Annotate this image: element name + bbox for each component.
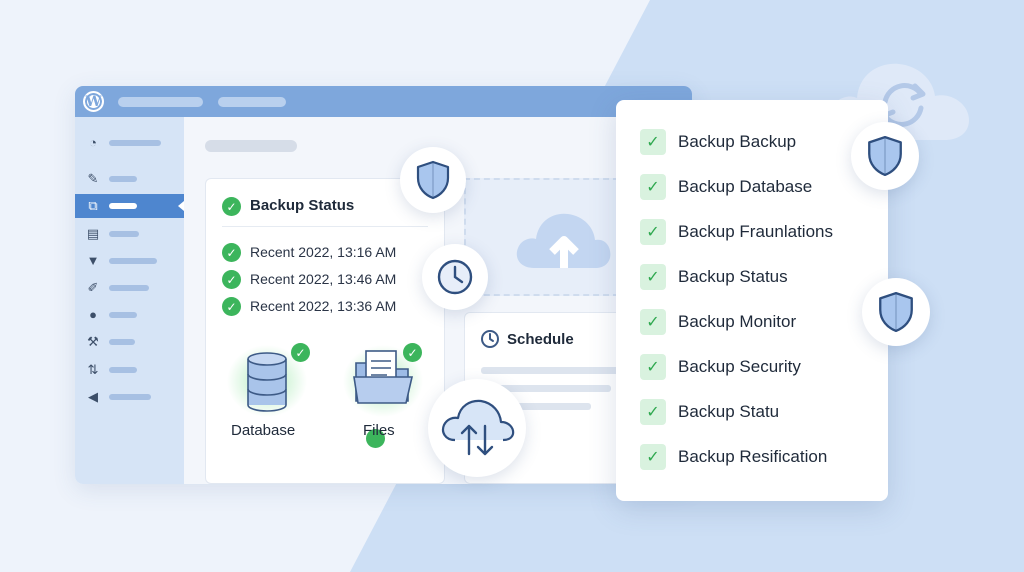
checkbox-checked-icon[interactable]: ✓ xyxy=(640,219,666,245)
comment-icon: ▼ xyxy=(86,253,100,268)
shield-icon xyxy=(879,291,913,333)
sidebar-item-placeholder xyxy=(109,285,149,291)
sidebar-item-appearance[interactable]: ✐ xyxy=(75,276,184,300)
checkbox-checked-icon[interactable]: ✓ xyxy=(640,399,666,425)
dashboard-icon: ◔ xyxy=(89,135,97,150)
checklist-item-label: Backup Status xyxy=(678,267,788,286)
sidebar-item-comments[interactable]: ▼ xyxy=(75,249,184,273)
shield-icon xyxy=(416,160,450,200)
checklist-item-label: Backup Statu xyxy=(678,402,780,421)
check-icon: ✓ xyxy=(222,297,241,316)
shield-badge xyxy=(851,122,919,190)
files-label: Files xyxy=(363,422,395,439)
sidebar-item-placeholder xyxy=(109,312,137,318)
backup-status-card: ✓ Backup Status ✓ Recent 2022, 13:16 AM … xyxy=(205,178,445,484)
sidebar-item-placeholder xyxy=(109,339,135,345)
checklist-item-label: Backup Database xyxy=(678,177,813,196)
settings-icon: ⇅ xyxy=(87,362,99,377)
sidebar-item-dashboard[interactable]: ◔ xyxy=(75,131,184,155)
sidebar-item-collapse[interactable]: ◀ xyxy=(75,385,184,409)
titlebar-placeholder xyxy=(218,97,286,107)
sidebar-item-posts[interactable]: ✎ xyxy=(75,167,184,191)
check-icon: ✓ xyxy=(222,197,241,216)
sidebar-item-placeholder xyxy=(109,176,137,182)
cloud-upload-icon xyxy=(516,213,611,268)
backup-checklist-panel: ✓ Backup Backup ✓ Backup Database ✓ Back… xyxy=(616,100,888,501)
cloud-sync-badge xyxy=(428,379,526,477)
recent-backup-entry: Recent 2022, 13:46 AM xyxy=(250,271,397,287)
window-titlebar: W xyxy=(75,86,692,117)
recent-backup-entry: Recent 2022, 13:36 AM xyxy=(250,298,397,314)
admin-window: W ◔ ✎ ⧉ ▤ ▼ ✐ ● ⚒ ⇅ ◀ ✓ Backup Status ✓ … xyxy=(75,86,692,484)
wrench-icon: ⚒ xyxy=(87,334,99,349)
shield-badge xyxy=(400,147,466,213)
collapse-icon: ◀ xyxy=(88,389,98,404)
clock-icon xyxy=(437,259,473,295)
admin-sidebar: ◔ ✎ ⧉ ▤ ▼ ✐ ● ⚒ ⇅ ◀ xyxy=(75,117,184,484)
page-heading-placeholder xyxy=(205,140,297,152)
checkbox-checked-icon[interactable]: ✓ xyxy=(640,174,666,200)
sidebar-item-backups[interactable]: ⧉ xyxy=(75,194,184,218)
sidebar-item-placeholder xyxy=(109,394,151,400)
sidebar-item-settings[interactable]: ⇅ xyxy=(75,358,184,382)
sidebar-item-users[interactable]: ● xyxy=(75,303,184,327)
sidebar-item-placeholder xyxy=(109,203,137,209)
database-check-icon: ✓ xyxy=(291,343,310,362)
checkbox-checked-icon[interactable]: ✓ xyxy=(640,354,666,380)
checklist-item-label: Backup Resification xyxy=(678,447,828,466)
checklist-item-label: Backup Monitor xyxy=(678,312,797,331)
sidebar-item-placeholder xyxy=(109,367,137,373)
sidebar-item-placeholder xyxy=(109,231,139,237)
sidebar-item-pages[interactable]: ▤ xyxy=(75,222,184,246)
recent-backup-entry: Recent 2022, 13:16 AM xyxy=(250,244,397,260)
checkbox-checked-icon[interactable]: ✓ xyxy=(640,264,666,290)
shield-badge xyxy=(862,278,930,346)
pin-icon: ✎ xyxy=(87,171,99,186)
divider xyxy=(222,226,428,227)
titlebar-placeholder xyxy=(118,97,203,107)
database-label: Database xyxy=(231,422,296,439)
pages-icon: ▤ xyxy=(86,226,100,241)
checkbox-checked-icon[interactable]: ✓ xyxy=(640,129,666,155)
sidebar-item-placeholder xyxy=(109,140,161,146)
cloud-transfer-icon xyxy=(441,399,515,456)
schedule-line-placeholder xyxy=(481,367,619,374)
check-icon: ✓ xyxy=(222,243,241,262)
checkbox-checked-icon[interactable]: ✓ xyxy=(640,309,666,335)
sidebar-item-placeholder xyxy=(109,258,157,264)
shield-icon xyxy=(868,135,902,177)
schedule-title: Schedule xyxy=(507,331,574,348)
checkbox-checked-icon[interactable]: ✓ xyxy=(640,444,666,470)
media-icon: ⧉ xyxy=(88,198,98,213)
user-icon: ● xyxy=(89,307,97,322)
checklist-item-label: Backup Fraunlations xyxy=(678,222,833,241)
wordpress-logo-icon: W xyxy=(83,91,104,112)
status-card-title: Backup Status xyxy=(250,197,355,214)
brush-icon: ✐ xyxy=(87,280,99,295)
clock-icon xyxy=(481,330,499,348)
checklist-item-label: Backup Security xyxy=(678,357,801,376)
check-icon: ✓ xyxy=(222,270,241,289)
clock-badge xyxy=(422,244,488,310)
files-check-icon: ✓ xyxy=(403,343,422,362)
checklist-item-label: Backup Backup xyxy=(678,132,797,151)
sidebar-item-tools[interactable]: ⚒ xyxy=(75,330,184,354)
